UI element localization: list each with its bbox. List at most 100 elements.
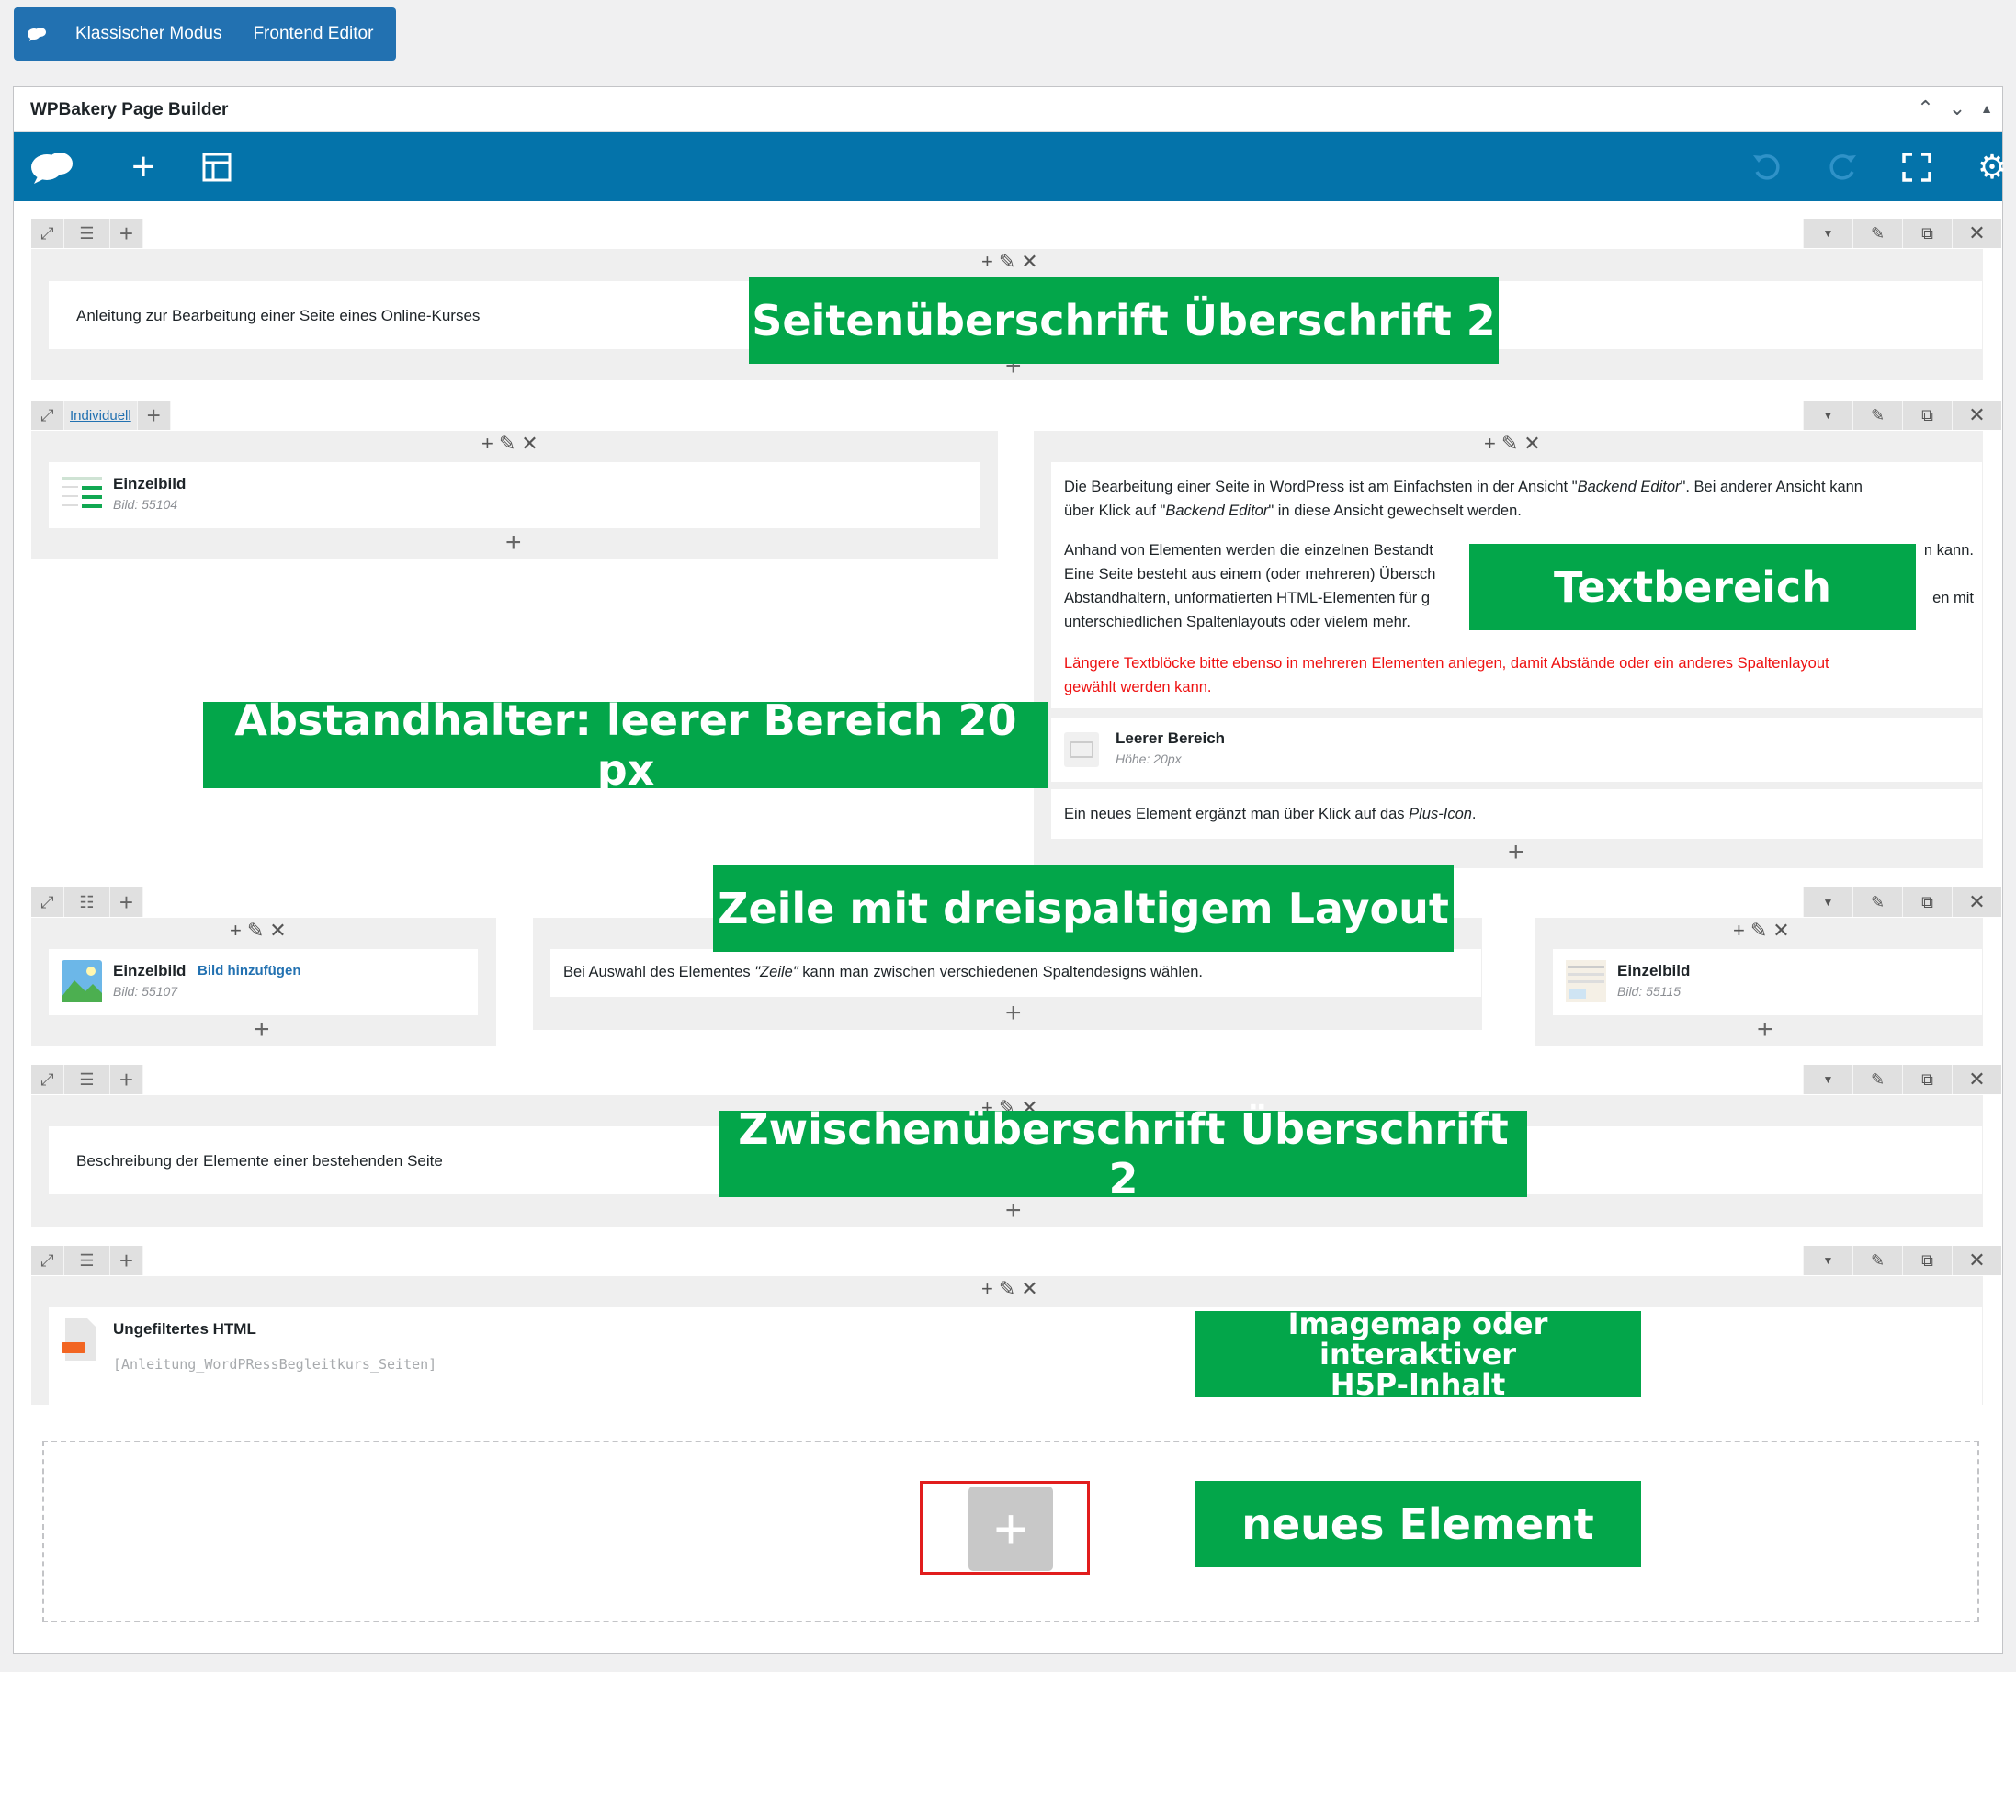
fullscreen-icon[interactable] [1894, 132, 1940, 201]
row-add-column-icon[interactable]: + [110, 1246, 143, 1275]
add-icon[interactable]: + [481, 432, 493, 456]
row-add-column-icon[interactable]: + [138, 401, 171, 430]
image-placeholder-icon [62, 960, 102, 1002]
column-controls[interactable]: + ✎ ✕ [1484, 432, 1541, 456]
chevron-down-icon[interactable]: ⌄ [1949, 96, 1965, 120]
undo-icon[interactable] [1743, 132, 1789, 201]
templates-icon[interactable] [194, 132, 240, 201]
row-delete-icon[interactable]: ✕ [1952, 1246, 2001, 1275]
column-text: Bei Auswahl des Elementes "Zeile" kann m… [563, 960, 1203, 984]
add-image-link[interactable]: Bild hinzufügen [198, 963, 300, 978]
image-thumbnail-icon [62, 473, 102, 515]
delete-icon[interactable]: ✕ [1523, 432, 1540, 456]
row-layout-icon[interactable]: ☰ [64, 1246, 110, 1275]
text-run: Anhand von Elementen werden die einzelne… [1064, 542, 1433, 559]
row-move-icon[interactable]: ⤢ [31, 219, 64, 248]
delete-icon[interactable]: ✕ [269, 919, 286, 943]
row-add-column-icon[interactable]: + [110, 1065, 143, 1094]
text-run: Ein neues Element ergänzt man über Klick… [1064, 806, 1410, 822]
row-add-column-icon[interactable]: + [110, 219, 143, 248]
row-clone-icon[interactable]: ⧉ [1902, 401, 1952, 430]
row-layout-icon[interactable]: ☰ [64, 1065, 110, 1094]
collapse-arrow-icon[interactable]: ▲ [1980, 96, 1993, 120]
add-element-plus-icon[interactable]: + [505, 529, 522, 557]
column-controls[interactable]: + ✎ ✕ [230, 919, 287, 943]
raw-html-element[interactable]: Ungefiltertes HTML [Anleitung_WordPRessB… [49, 1307, 1982, 1405]
column-controls[interactable]: + ✎ ✕ [981, 1277, 1038, 1301]
add-icon[interactable]: + [981, 1277, 993, 1301]
shortcode-text: [Anleitung_WordPRessBegleitkurs_Seiten] [113, 1356, 437, 1373]
row-toggle-icon[interactable]: ▼ [1803, 401, 1852, 430]
redo-icon[interactable] [1820, 132, 1866, 201]
annotation-new-element: neues Element [1195, 1481, 1641, 1567]
highlight-box [920, 1481, 1090, 1575]
frontend-editor-button[interactable]: Frontend Editor [237, 7, 389, 61]
single-image-element[interactable]: Einzelbild Bild: 55104 [49, 462, 980, 528]
row-delete-icon[interactable]: ✕ [1952, 219, 2001, 248]
edit-icon[interactable]: ✎ [999, 1277, 1015, 1301]
edit-icon[interactable]: ✎ [499, 432, 515, 456]
delete-icon[interactable]: ✕ [1021, 250, 1037, 274]
edit-icon[interactable]: ✎ [1501, 432, 1518, 456]
row-layout-icon[interactable]: ☰ [64, 219, 110, 248]
row-clone-icon[interactable]: ⧉ [1902, 219, 1952, 248]
add-element-plus-icon[interactable]: + [1508, 839, 1524, 866]
element-sub: Bild: 55104 [113, 497, 178, 512]
wpbakery-logo-icon[interactable] [14, 7, 60, 61]
edit-icon[interactable]: ✎ [1750, 919, 1767, 943]
row-edit-icon[interactable]: ✎ [1852, 401, 1902, 430]
row-move-icon[interactable]: ⤢ [31, 887, 64, 917]
element-sub: Bild: 55115 [1617, 984, 1682, 999]
column-controls[interactable]: + ✎ ✕ [981, 250, 1038, 274]
delete-icon[interactable]: ✕ [1021, 1277, 1037, 1301]
hint-text-element[interactable]: Ein neues Element ergänzt man über Klick… [1051, 789, 1982, 839]
row5-actions: ▼ ✎ ⧉ ✕ [1803, 1246, 2001, 1275]
add-element-plus-icon[interactable]: + [254, 1016, 270, 1044]
edit-icon[interactable]: ✎ [999, 250, 1015, 274]
add-icon[interactable]: + [230, 919, 242, 943]
delete-icon[interactable]: ✕ [1772, 919, 1789, 943]
wpbakery-logo-icon[interactable] [23, 132, 82, 201]
add-icon[interactable]: + [1733, 919, 1745, 943]
row-edit-icon[interactable]: ✎ [1852, 1065, 1902, 1094]
classic-mode-button[interactable]: Klassischer Modus [60, 7, 237, 61]
row-add-column-icon[interactable]: + [110, 887, 143, 917]
single-image-element[interactable]: Einzelbild Bild hinzufügen Bild: 55107 [49, 949, 478, 1015]
row-move-icon[interactable]: ⤢ [31, 1246, 64, 1275]
panel-title: WPBakery Page Builder [30, 100, 229, 119]
row-clone-icon[interactable]: ⧉ [1902, 887, 1952, 917]
column-controls[interactable]: + ✎ ✕ [481, 432, 538, 456]
row-edit-icon[interactable]: ✎ [1852, 219, 1902, 248]
row-toggle-icon[interactable]: ▼ [1803, 219, 1852, 248]
row-layout-3col-icon[interactable]: ☷ [64, 887, 110, 917]
row-clone-icon[interactable]: ⧉ [1902, 1246, 1952, 1275]
row-edit-icon[interactable]: ✎ [1852, 887, 1902, 917]
empty-space-element[interactable]: Leerer Bereich Höhe: 20px [1051, 718, 1982, 782]
row-toggle-icon[interactable]: ▼ [1803, 1065, 1852, 1094]
row-clone-icon[interactable]: ⧉ [1902, 1065, 1952, 1094]
add-element-icon[interactable]: + [120, 132, 166, 201]
row-move-icon[interactable]: ⤢ [31, 401, 64, 430]
text-run: ". Bei anderer Ansicht kann [1680, 479, 1863, 495]
chevron-up-icon[interactable]: ⌃ [1917, 96, 1933, 120]
add-element-plus-icon[interactable]: + [1005, 1000, 1022, 1027]
row-delete-icon[interactable]: ✕ [1952, 1065, 2001, 1094]
row-toggle-icon[interactable]: ▼ [1803, 1246, 1852, 1275]
text-block-element[interactable]: Bei Auswahl des Elementes "Zeile" kann m… [550, 949, 1481, 997]
add-element-plus-icon[interactable]: + [1757, 1016, 1773, 1044]
layout-individuell-label[interactable]: Individuell [64, 401, 138, 430]
add-icon[interactable]: + [1484, 432, 1496, 456]
row-delete-icon[interactable]: ✕ [1952, 887, 2001, 917]
single-image-element[interactable]: Einzelbild Bild: 55115 [1553, 949, 1982, 1015]
add-icon[interactable]: + [981, 250, 993, 274]
row-edit-icon[interactable]: ✎ [1852, 1246, 1902, 1275]
row-toggle-icon[interactable]: ▼ [1803, 887, 1852, 917]
row2-actions: ▼ ✎ ⧉ ✕ [1803, 401, 2001, 430]
row3-controls: ⤢ ☷ + [31, 887, 143, 917]
settings-gear-icon[interactable]: ⚙ [1969, 132, 2015, 201]
delete-icon[interactable]: ✕ [521, 432, 538, 456]
edit-icon[interactable]: ✎ [247, 919, 264, 943]
row-delete-icon[interactable]: ✕ [1952, 401, 2001, 430]
column-controls[interactable]: + ✎ ✕ [1733, 919, 1790, 943]
row-move-icon[interactable]: ⤢ [31, 1065, 64, 1094]
